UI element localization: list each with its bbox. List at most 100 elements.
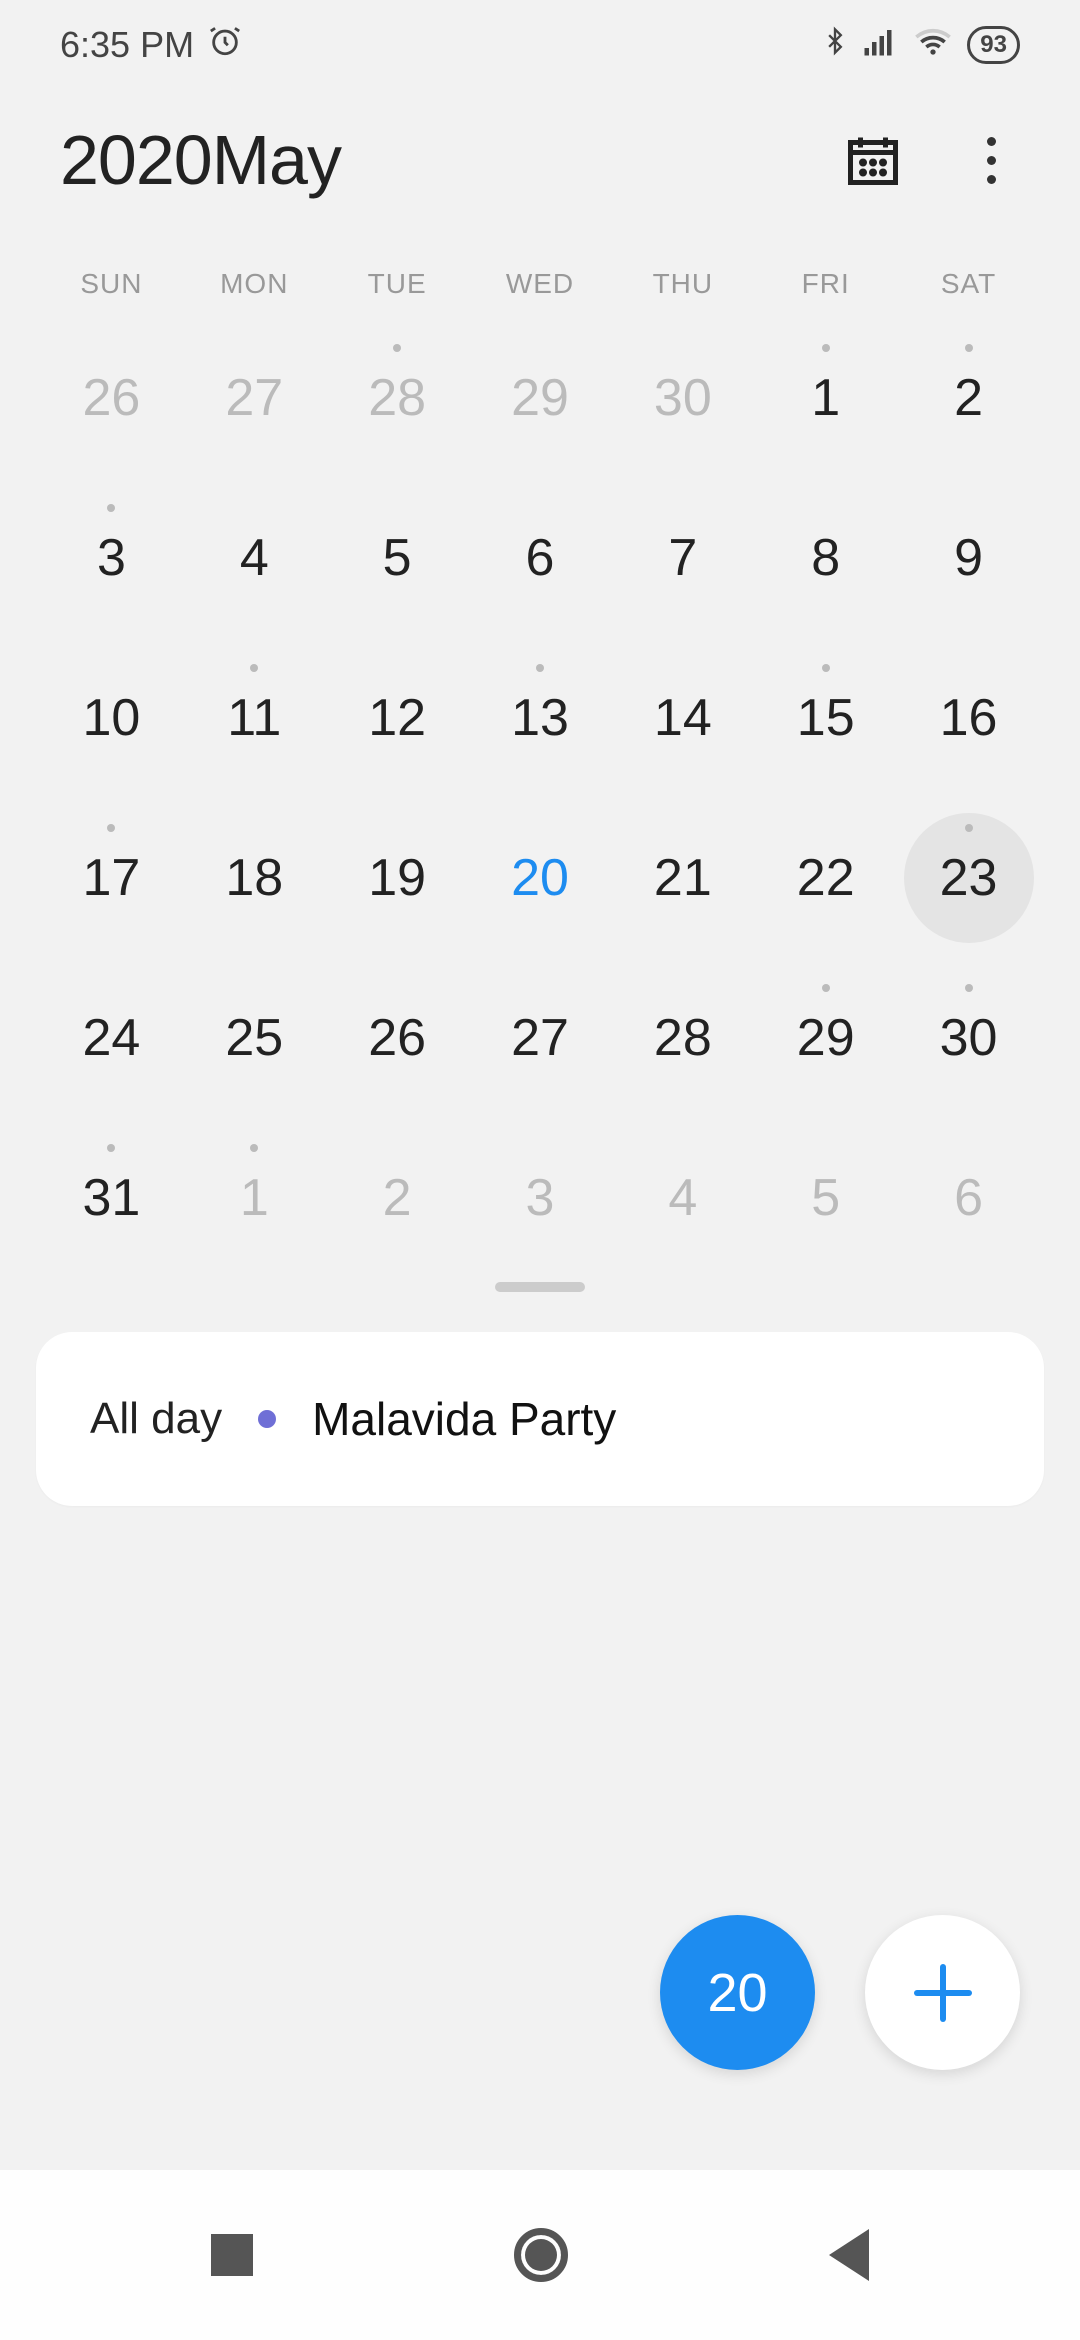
more-options-icon[interactable]: [983, 133, 1000, 188]
calendar-day[interactable]: 5: [326, 478, 469, 638]
weekday-label: SUN: [40, 250, 183, 318]
calendar-day[interactable]: 6: [897, 1118, 1040, 1278]
weekday-label: TUE: [326, 250, 469, 318]
event-indicator-dot: [965, 984, 973, 992]
calendar-day[interactable]: 26: [326, 958, 469, 1118]
event-indicator-dot: [250, 1144, 258, 1152]
month-title[interactable]: 2020May: [60, 120, 843, 200]
event-card[interactable]: All day Malavida Party: [36, 1332, 1044, 1506]
day-number: 10: [83, 688, 141, 748]
calendar-day[interactable]: 10: [40, 638, 183, 798]
day-number: 2: [954, 368, 983, 428]
day-number: 19: [368, 848, 426, 908]
calendar-day[interactable]: 4: [183, 478, 326, 638]
alarm-icon: [208, 24, 242, 67]
day-number: 1: [811, 368, 840, 428]
calendar-day[interactable]: 14: [611, 638, 754, 798]
calendar-day[interactable]: 11: [183, 638, 326, 798]
day-number: 29: [797, 1008, 855, 1068]
day-number: 21: [654, 848, 712, 908]
day-number: 3: [526, 1168, 555, 1228]
calendar-day[interactable]: 29: [469, 318, 612, 478]
event-indicator-dot: [822, 664, 830, 672]
day-number: 29: [511, 368, 569, 428]
day-number: 6: [954, 1168, 983, 1228]
calendar-day[interactable]: 30: [897, 958, 1040, 1118]
day-number: 5: [811, 1168, 840, 1228]
day-number: 4: [668, 1168, 697, 1228]
day-number: 14: [654, 688, 712, 748]
day-number: 17: [83, 848, 141, 908]
calendar-day[interactable]: 4: [611, 1118, 754, 1278]
calendar-day[interactable]: 23: [897, 798, 1040, 958]
calendar-day[interactable]: 3: [469, 1118, 612, 1278]
nav-back-icon[interactable]: [829, 2229, 869, 2281]
calendar-day[interactable]: 20: [469, 798, 612, 958]
calendar-day[interactable]: 15: [754, 638, 897, 798]
calendar-day[interactable]: 3: [40, 478, 183, 638]
weekday-label: WED: [469, 250, 612, 318]
calendar-day[interactable]: 17: [40, 798, 183, 958]
event-indicator-dot: [393, 344, 401, 352]
calendar-day[interactable]: 9: [897, 478, 1040, 638]
day-number: 30: [940, 1008, 998, 1068]
calendar-day[interactable]: 1: [754, 318, 897, 478]
day-number: 26: [83, 368, 141, 428]
calendar-day[interactable]: 19: [326, 798, 469, 958]
calendar-day[interactable]: 12: [326, 638, 469, 798]
calendar-day[interactable]: 27: [469, 958, 612, 1118]
calendar-day[interactable]: 5: [754, 1118, 897, 1278]
day-number: 2: [383, 1168, 412, 1228]
calendar-day[interactable]: 7: [611, 478, 754, 638]
jump-to-date-icon[interactable]: [843, 130, 903, 190]
event-indicator-dot: [965, 824, 973, 832]
calendar-day[interactable]: 18: [183, 798, 326, 958]
calendar-day[interactable]: 28: [611, 958, 754, 1118]
event-indicator-dot: [107, 504, 115, 512]
calendar-day[interactable]: 1: [183, 1118, 326, 1278]
day-number: 18: [225, 848, 283, 908]
calendar-day[interactable]: 8: [754, 478, 897, 638]
event-indicator-dot: [107, 824, 115, 832]
plus-icon: [914, 1964, 972, 2022]
calendar-day[interactable]: 30: [611, 318, 754, 478]
day-number: 30: [654, 368, 712, 428]
today-fab[interactable]: 20: [660, 1915, 815, 2070]
event-indicator-dot: [822, 984, 830, 992]
event-indicator-dot: [107, 1144, 115, 1152]
event-indicator-dot: [536, 664, 544, 672]
day-number: 1: [240, 1168, 269, 1228]
day-number: 3: [97, 528, 126, 588]
signal-icon: [863, 24, 899, 66]
day-number: 23: [940, 848, 998, 908]
calendar-day[interactable]: 29: [754, 958, 897, 1118]
weekday-label: SAT: [897, 250, 1040, 318]
calendar-day[interactable]: 25: [183, 958, 326, 1118]
event-time-label: All day: [90, 1394, 222, 1444]
status-bar: 6:35 PM: [0, 0, 1080, 90]
weekday-label: THU: [611, 250, 754, 318]
drag-handle[interactable]: [495, 1282, 585, 1292]
battery-indicator: 93: [967, 26, 1020, 64]
event-color-dot: [258, 1410, 276, 1428]
calendar-day[interactable]: 16: [897, 638, 1040, 798]
calendar-day[interactable]: 21: [611, 798, 754, 958]
calendar-day[interactable]: 24: [40, 958, 183, 1118]
calendar-day[interactable]: 2: [897, 318, 1040, 478]
add-event-fab[interactable]: [865, 1915, 1020, 2070]
calendar-day[interactable]: 28: [326, 318, 469, 478]
calendar-day[interactable]: 2: [326, 1118, 469, 1278]
calendar-day[interactable]: 31: [40, 1118, 183, 1278]
calendar-day[interactable]: 13: [469, 638, 612, 798]
calendar-day[interactable]: 26: [40, 318, 183, 478]
nav-recent-icon[interactable]: [211, 2234, 253, 2276]
nav-home-icon[interactable]: [514, 2228, 568, 2282]
day-number: 6: [526, 528, 555, 588]
day-number: 31: [83, 1168, 141, 1228]
event-indicator-dot: [822, 344, 830, 352]
calendar-day[interactable]: 22: [754, 798, 897, 958]
calendar-day[interactable]: 6: [469, 478, 612, 638]
day-number: 4: [240, 528, 269, 588]
calendar-header: 2020May: [0, 90, 1080, 250]
calendar-day[interactable]: 27: [183, 318, 326, 478]
